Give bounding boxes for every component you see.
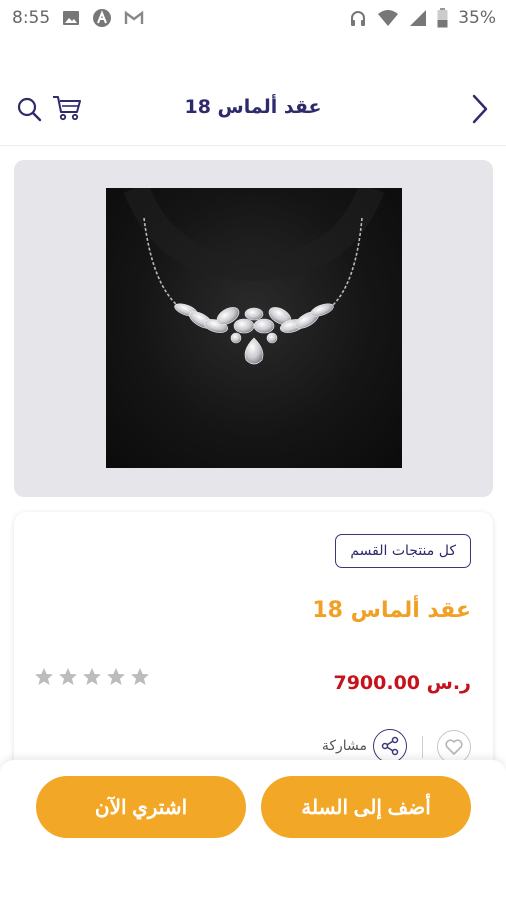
battery-percent: 35% <box>458 8 496 28</box>
product-price: 7900.00 ر.س <box>333 672 471 694</box>
add-to-cart-button[interactable]: أضف إلى السلة <box>261 776 471 838</box>
product-screen: 8:55 35% عقد ألماس 18 كل منتجات القسم عق… <box>0 0 506 900</box>
product-info-card: كل منتجات القسم عقد ألماس 18 7900.00 ر.س… <box>14 512 493 772</box>
buy-now-button[interactable]: اشتري الآن <box>36 776 246 838</box>
wifi-icon <box>377 9 399 27</box>
image-icon <box>62 10 80 26</box>
chevron-right-icon[interactable] <box>468 92 492 126</box>
all-category-products-button[interactable]: كل منتجات القسم <box>335 534 471 568</box>
rating-stars[interactable] <box>34 667 150 687</box>
star-icon <box>83 668 101 685</box>
page-title: عقد ألماس 18 <box>184 96 322 118</box>
app-header: عقد ألماس 18 <box>0 72 506 146</box>
action-divider <box>422 736 423 758</box>
gmail-icon <box>124 10 144 26</box>
share-icon <box>381 736 399 756</box>
a-badge-icon <box>92 8 112 28</box>
signal-icon <box>409 9 427 27</box>
headphones-icon <box>349 9 367 27</box>
status-bar: 8:55 35% <box>0 0 506 36</box>
star-icon <box>59 668 77 685</box>
heart-icon <box>445 739 463 755</box>
status-time: 8:55 <box>12 8 51 28</box>
star-icon <box>131 668 149 685</box>
status-left: 8:55 <box>12 8 144 28</box>
share-label: مشاركة <box>321 738 367 754</box>
share-button[interactable] <box>373 729 407 763</box>
bottom-action-bar: اشتري الآن أضف إلى السلة <box>0 760 506 900</box>
favorite-button[interactable] <box>437 730 471 764</box>
product-name: عقد ألماس 18 <box>312 598 471 623</box>
star-icon <box>35 668 53 685</box>
status-right: 35% <box>349 8 496 28</box>
product-image-card <box>14 160 493 497</box>
battery-icon <box>437 8 448 28</box>
star-icon <box>107 668 125 685</box>
product-image[interactable] <box>106 188 402 468</box>
